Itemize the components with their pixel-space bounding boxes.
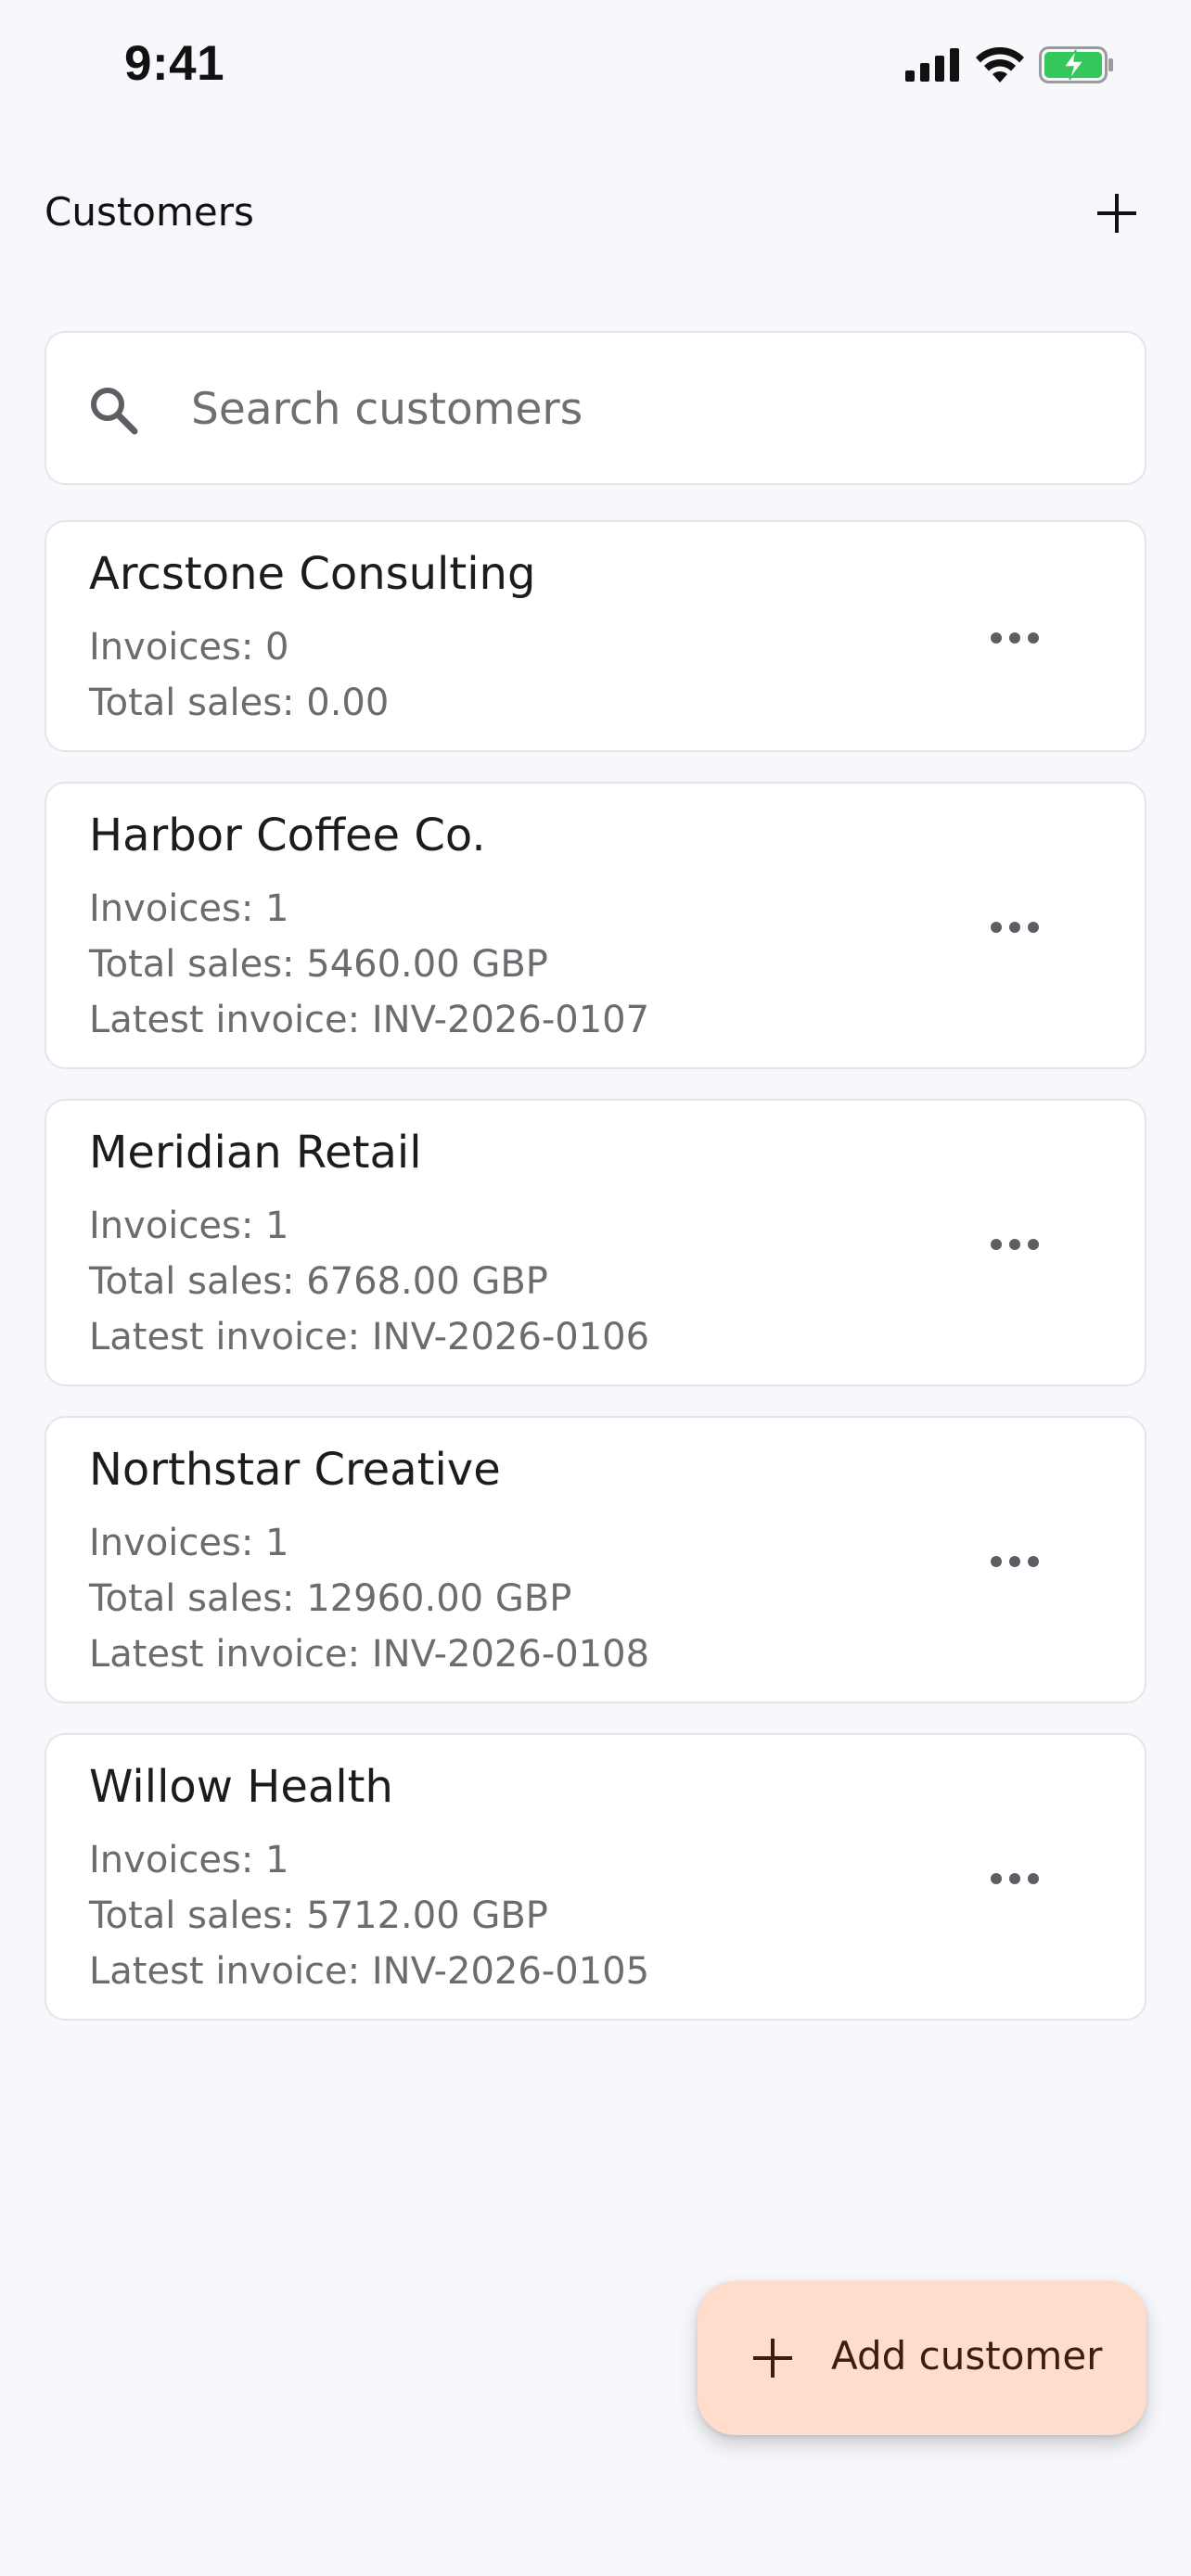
search-bar[interactable] — [45, 331, 1146, 485]
customer-latest-invoice: Latest invoice: INV-2026-0105 — [89, 1950, 650, 1993]
customer-latest-invoice: Latest invoice: INV-2026-0106 — [89, 1316, 650, 1358]
header-add-button[interactable] — [1083, 180, 1150, 247]
customer-card[interactable]: Willow Health Invoices: 1 Total sales: 5… — [45, 1733, 1146, 2021]
customer-menu-button[interactable] — [978, 1534, 1052, 1589]
customer-card[interactable]: Meridian Retail Invoices: 1 Total sales:… — [45, 1099, 1146, 1386]
customer-menu-button[interactable] — [978, 899, 1052, 955]
status-time: 9:41 — [124, 36, 225, 91]
battery-charging-icon — [1039, 46, 1113, 83]
customers-screen: 9:41 Customers Search customers Arcstone… — [0, 0, 1191, 2576]
customer-total-sales: Total sales: 5460.00 GBP — [89, 943, 548, 986]
customer-menu-button[interactable] — [978, 1217, 1052, 1272]
customer-invoices: Invoices: 1 — [89, 887, 289, 930]
plus-icon — [753, 2339, 792, 2378]
customer-card[interactable]: Arcstone Consulting Invoices: 0 Total sa… — [45, 520, 1146, 752]
app-header: Customers — [0, 167, 1191, 260]
search-input[interactable] — [191, 370, 1100, 448]
more-horizontal-icon — [991, 1556, 1039, 1567]
customer-menu-button[interactable] — [978, 1851, 1052, 1906]
customer-invoices: Invoices: 1 — [89, 1522, 289, 1564]
customer-card[interactable]: Harbor Coffee Co. Invoices: 1 Total sale… — [45, 782, 1146, 1069]
status-icons — [905, 46, 1115, 83]
wifi-icon — [976, 47, 1024, 83]
customer-name: Willow Health — [89, 1761, 393, 1813]
more-horizontal-icon — [991, 922, 1039, 933]
add-customer-button[interactable]: Add customer — [698, 2281, 1146, 2435]
more-horizontal-icon — [991, 1873, 1039, 1884]
customer-total-sales: Total sales: 6768.00 GBP — [89, 1260, 548, 1303]
status-bar: 9:41 — [0, 0, 1191, 139]
cellular-signal-icon — [905, 48, 959, 82]
customer-invoices: Invoices: 0 — [89, 626, 289, 669]
page-title: Customers — [45, 189, 254, 235]
customer-name: Meridian Retail — [89, 1127, 422, 1179]
plus-icon — [1097, 194, 1136, 233]
customer-name: Harbor Coffee Co. — [89, 810, 486, 861]
more-horizontal-icon — [991, 632, 1039, 644]
add-customer-label: Add customer — [831, 2333, 1103, 2378]
customer-total-sales: Total sales: 0.00 — [89, 682, 390, 724]
customer-menu-button[interactable] — [978, 610, 1052, 666]
customer-total-sales: Total sales: 5712.00 GBP — [89, 1894, 548, 1937]
customer-card[interactable]: Northstar Creative Invoices: 1 Total sal… — [45, 1416, 1146, 1703]
search-icon — [91, 388, 138, 435]
customer-name: Arcstone Consulting — [89, 548, 536, 600]
more-horizontal-icon — [991, 1239, 1039, 1250]
customer-invoices: Invoices: 1 — [89, 1205, 289, 1247]
customer-name: Northstar Creative — [89, 1444, 501, 1496]
customer-latest-invoice: Latest invoice: INV-2026-0107 — [89, 999, 650, 1041]
customer-latest-invoice: Latest invoice: INV-2026-0108 — [89, 1633, 650, 1676]
customer-total-sales: Total sales: 12960.00 GBP — [89, 1577, 572, 1620]
customer-invoices: Invoices: 1 — [89, 1839, 289, 1881]
